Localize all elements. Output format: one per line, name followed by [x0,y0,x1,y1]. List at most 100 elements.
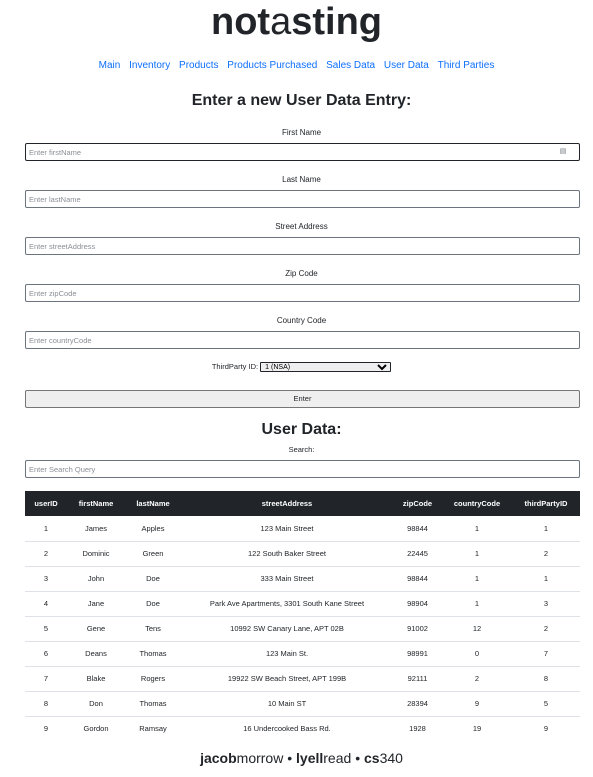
table-row: 9 Gordon Ramsay 16 Undercooked Bass Rd. … [25,716,580,741]
cell-street-address: 123 Main Street [181,516,393,542]
cell-user-id: 9 [43,724,49,734]
first-name-input[interactable] [25,143,580,161]
footer-course-number: 340 [379,750,403,766]
cell-third-party-id: 1 [512,516,580,542]
col-zip-code[interactable]: zipCode [393,491,442,516]
cell-first-name: James [67,516,125,542]
cell-street-address: 123 Main St. [181,641,393,667]
last-name-input[interactable] [25,190,580,208]
table-row: 1 James Apples 123 Main Street 98844 1 1 [25,516,580,542]
cell-third-party-id: 1 [512,566,580,592]
cell-first-name: Gordon [83,724,109,734]
entry-heading: Enter a new User Data Entry: [191,92,412,109]
col-country-code[interactable]: countryCode [442,491,512,516]
third-party-row: ThirdParty ID: 1 (NSA) [0,362,593,373]
footer-credits: jacobmorrow • lyellread • cs340 [0,750,593,766]
cell-country-code: 2 [442,666,512,692]
cell-first-name: Deans [67,641,125,667]
col-last-name[interactable]: lastName [125,491,181,516]
cell-last-name: Thomas [125,641,181,667]
cell-last-name: Thomas [125,691,181,717]
country-code-input[interactable] [25,331,580,349]
cell-street-address: 122 South Baker Street [181,541,393,567]
cell-first-name: Gene [67,616,125,642]
nav-products[interactable]: Products [179,60,218,71]
table-row: 3 John Doe 333 Main Street 98844 1 1 [25,566,580,592]
nav-sales-data[interactable]: Sales Data [326,60,375,71]
cell-last-name: Tens [125,616,181,642]
cell-last-name: Doe [125,591,181,617]
cell-last-name: Ramsay [139,724,167,734]
col-third-party-id[interactable]: thirdPartyID [512,491,580,516]
table-header-row: userID firstName lastName streetAddress … [25,491,580,516]
cell-country-code: 1 [442,541,512,567]
nav-third-parties[interactable]: Third Parties [438,60,495,71]
cell-country-code: 1 [442,591,512,617]
cell-street-address: 16 Undercooked Bass Rd. [243,724,331,734]
cell-first-name: Jane [67,591,125,617]
cell-country-code: 1 [442,566,512,592]
zip-code-label: Zip Code [285,269,318,278]
last-name-label: Last Name [282,175,321,184]
third-party-select[interactable]: 1 (NSA) [260,362,392,373]
cell-country-code: 0 [442,641,512,667]
cell-country-code: 9 [442,691,512,717]
cell-first-name: John [67,566,125,592]
table-row: 8 Don Thomas 10 Main ST 28394 9 5 [25,691,580,717]
search-input[interactable] [25,460,580,478]
cell-third-party-id: 5 [512,691,580,717]
cell-third-party-id: 2 [512,541,580,567]
table-row: 2 Dominic Green 122 South Baker Street 2… [25,541,580,567]
cell-first-name: Blake [67,666,125,692]
street-address-input[interactable] [25,237,580,255]
cell-street-address: 10992 SW Canary Lane, APT 02B [181,616,393,642]
nav-products-purchased[interactable]: Products Purchased [227,60,317,71]
cell-zip-code: 98991 [393,641,442,667]
cell-user-id: 8 [25,691,67,717]
enter-button[interactable]: Enter [25,390,580,408]
footer-name-1-bold: jacob [200,750,237,766]
cell-first-name: Don [67,691,125,717]
nav-inventory[interactable]: Inventory [129,60,170,71]
nav-main[interactable]: Main [99,60,121,71]
col-first-name[interactable]: firstName [67,491,125,516]
cell-street-address: 10 Main ST [181,691,393,717]
cell-third-party-id: 7 [512,641,580,667]
zip-code-input[interactable] [25,284,580,302]
cell-user-id: 3 [25,566,67,592]
cell-first-name: Dominic [67,541,125,567]
footer-separator: • [287,750,293,766]
user-data-heading: User Data: [261,421,342,438]
street-address-label: Street Address [275,222,328,231]
footer-separator: • [355,750,361,766]
cell-last-name: Apples [125,516,181,542]
cell-user-id: 4 [25,591,67,617]
cell-street-address: Park Ave Apartments, 3301 South Kane Str… [181,591,393,617]
cell-user-id: 5 [25,616,67,642]
footer-name-2-light: read [323,750,352,766]
cell-last-name: Doe [125,566,181,592]
table-row: 6 Deans Thomas 123 Main St. 98991 0 7 [25,641,580,667]
cell-zip-code: 22445 [393,541,442,567]
col-user-id[interactable]: userID [25,491,67,516]
footer-course-bold: cs [363,750,380,766]
col-street-address[interactable]: streetAddress [181,491,393,516]
logo-part-3: sting [291,1,382,43]
logo-part-2: a [270,1,292,43]
site-logo: notasting [0,0,593,44]
cell-third-party-id: 9 [543,724,549,734]
footer-name-2-bold: lyell [296,750,324,766]
nav-user-data[interactable]: User Data [384,60,429,71]
cell-user-id: 7 [25,666,67,692]
main-nav: Main Inventory Products Products Purchas… [0,60,593,71]
cell-third-party-id: 3 [512,591,580,617]
cell-zip-code: 98844 [393,566,442,592]
cell-third-party-id: 8 [512,666,580,692]
country-code-label: Country Code [276,316,327,325]
cell-street-address: 19922 SW Beach Street, APT 199B [181,666,393,692]
table-row: 5 Gene Tens 10992 SW Canary Lane, APT 02… [25,616,580,642]
table-row: 4 Jane Doe Park Ave Apartments, 3301 Sou… [25,591,580,617]
keyboard-icon[interactable]: ▤ [559,147,567,156]
user-data-table: userID firstName lastName streetAddress … [25,491,580,741]
cell-user-id: 6 [25,641,67,667]
